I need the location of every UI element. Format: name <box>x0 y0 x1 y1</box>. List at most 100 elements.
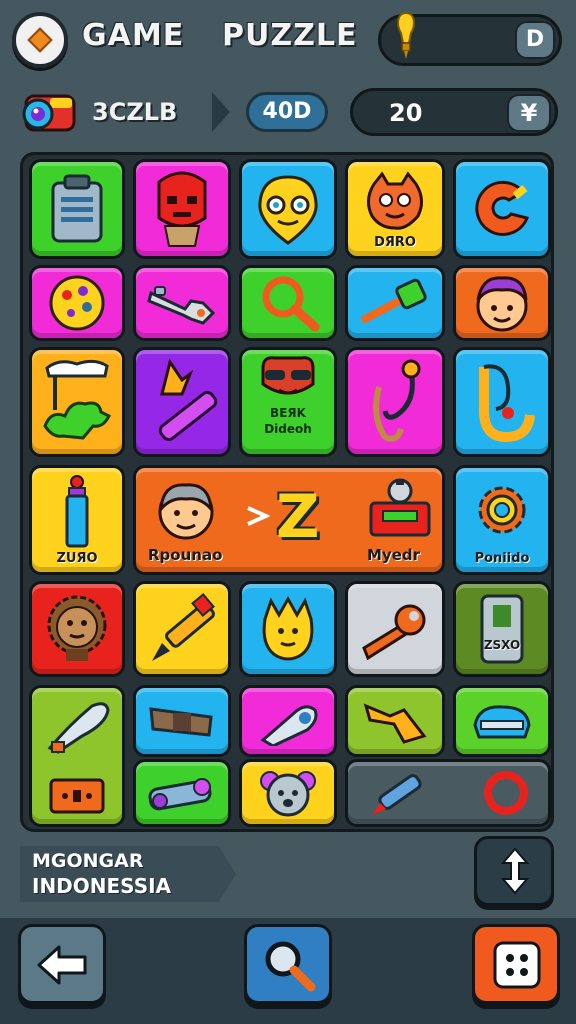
tile-wide-left-label: Rpounao <box>148 546 223 564</box>
vertical-arrows-icon <box>500 847 530 895</box>
tool-arm-icon <box>362 604 426 661</box>
tile-tiki-mask[interactable] <box>133 159 231 259</box>
coin-value: 20 <box>389 99 423 127</box>
tile-bottle[interactable]: ZUЯO <box>29 465 125 575</box>
tile-wide-combo[interactable]: Z Rpounao Myedr <box>133 465 445 575</box>
hat-icon <box>473 705 531 739</box>
pen-tool-icon <box>372 774 422 815</box>
bottom-nav <box>0 918 576 1024</box>
gear-icon <box>478 486 526 534</box>
ring-outline-icon <box>484 771 528 815</box>
energy-bar: D <box>378 11 562 66</box>
tile-bear-label-2: Dideoh <box>264 422 312 436</box>
tile-lion[interactable] <box>29 581 125 677</box>
tile-robot[interactable]: DЯRO <box>345 159 445 259</box>
bowling-pin-icon <box>47 702 110 754</box>
tile-card-label: ZSXO <box>483 638 521 652</box>
tile-wrench[interactable] <box>133 265 231 341</box>
card-icon <box>480 594 524 664</box>
lightbulb-icon <box>397 11 415 59</box>
title-puzzle: PUZZLE <box>222 18 358 53</box>
tile-card[interactable]: ZSXO <box>453 581 551 677</box>
marker-icon <box>158 358 218 442</box>
tile-gray-pair[interactable] <box>345 759 551 827</box>
tile-crown-face[interactable] <box>239 581 337 677</box>
tile-bottle-label: ZUЯO <box>56 551 98 566</box>
hook-icon <box>373 359 421 442</box>
lion-icon <box>47 595 107 661</box>
monster-icon <box>367 171 423 231</box>
tile-marker[interactable] <box>133 347 231 457</box>
wrench-icon <box>147 286 216 325</box>
back-button[interactable] <box>18 924 106 1004</box>
banner-line1: MGONGAR <box>32 850 144 872</box>
tile-ring[interactable] <box>453 159 551 259</box>
dice-icon <box>493 941 541 989</box>
crown-creature-icon <box>262 595 314 661</box>
title-game: GAME <box>82 18 185 53</box>
tile-robot-label: DЯRO <box>374 235 416 250</box>
person-icon <box>158 483 214 540</box>
magnifier-icon <box>265 941 316 992</box>
menu-button[interactable] <box>12 12 68 68</box>
tile-pencil[interactable] <box>133 581 231 677</box>
big-letter: Z <box>276 482 320 552</box>
tile-gear[interactable]: Poniido <box>453 465 551 575</box>
tile-hammer[interactable] <box>345 265 445 341</box>
tile-lime-stack[interactable] <box>29 685 125 827</box>
bottle-icon <box>65 474 89 548</box>
dice-button[interactable] <box>472 924 560 1004</box>
person-face-icon <box>476 276 528 332</box>
tile-sun-face[interactable] <box>239 159 337 259</box>
swap-button[interactable] <box>474 836 554 906</box>
coin-button[interactable]: ¥ <box>507 94 551 132</box>
puzzle-board: DЯRO BEЯK Dideoh ZUЯO Z Rpounao Myedr Po… <box>20 152 554 832</box>
ring-icon <box>475 180 530 236</box>
toolbox-icon <box>369 478 431 537</box>
clipboard-icon <box>51 174 103 243</box>
banner-line2: INDONESSIA <box>32 874 172 898</box>
treasure-box-icon <box>49 778 105 814</box>
search-button[interactable] <box>244 924 332 1004</box>
tile-horn[interactable] <box>345 685 445 757</box>
energy-play-button[interactable]: D <box>515 21 555 59</box>
stats-row: 3CZLB 40D 20 ¥ <box>0 84 576 140</box>
tile-magnifier[interactable] <box>239 265 337 341</box>
tile-wide-right-label: Myedr <box>366 546 420 564</box>
tile-island[interactable] <box>29 347 125 457</box>
spray-bottle-icon <box>260 705 318 746</box>
hammer-icon <box>361 278 427 323</box>
horseshoe-icon <box>479 364 535 443</box>
mask-icon <box>157 171 207 247</box>
region-banner: MGONGAR INDONESSIA <box>20 846 236 902</box>
tile-koala[interactable] <box>239 759 337 827</box>
tile-gear-label: Poniido <box>474 551 530 566</box>
arrow-right-icon <box>247 506 270 526</box>
tile-cookie[interactable] <box>29 265 125 341</box>
camera-icon[interactable] <box>18 88 78 136</box>
diamond-icon <box>27 27 53 53</box>
bear-glasses-icon <box>261 356 315 395</box>
cannon-icon <box>148 778 212 811</box>
cookie-icon <box>49 275 105 331</box>
score-badge: 40D <box>246 92 328 132</box>
tile-face[interactable] <box>453 265 551 341</box>
level-code: 3CZLB <box>92 98 178 126</box>
tile-bandage[interactable] <box>133 685 231 757</box>
tile-hat[interactable] <box>453 685 551 757</box>
tile-horseshoe[interactable] <box>453 347 551 457</box>
tile-spray[interactable] <box>239 685 337 757</box>
tile-hooks[interactable] <box>345 347 445 457</box>
tile-bear[interactable]: BEЯK Dideoh <box>239 347 337 457</box>
tile-bear-label-1: BEЯK <box>270 406 306 420</box>
tile-cannon[interactable] <box>133 759 231 827</box>
bandage-icon <box>149 707 213 737</box>
island-map-icon <box>43 359 112 440</box>
separator-arrow <box>212 92 230 132</box>
pencil-icon <box>152 592 215 661</box>
tile-tool-arm[interactable] <box>345 581 445 677</box>
top-bar: GAME PUZZLE D <box>0 0 576 80</box>
horn-icon <box>363 703 427 744</box>
koala-icon <box>260 771 316 817</box>
tile-clipboard[interactable] <box>29 159 125 259</box>
